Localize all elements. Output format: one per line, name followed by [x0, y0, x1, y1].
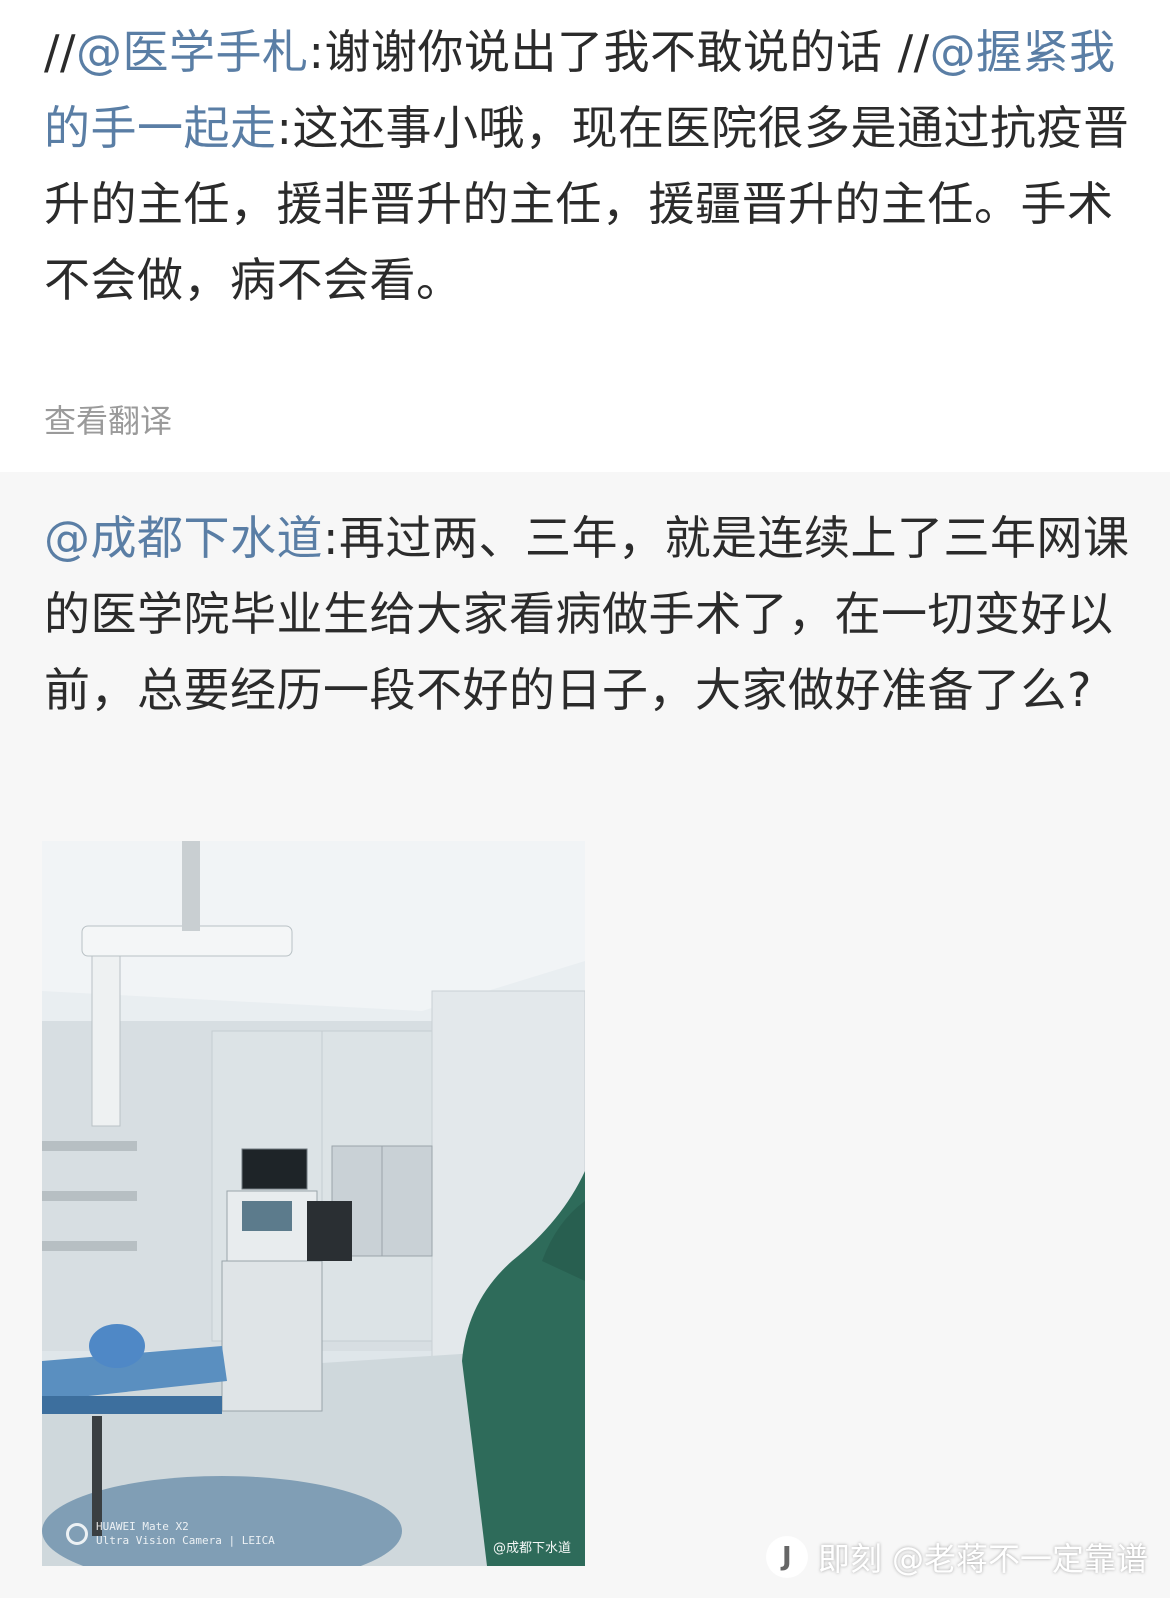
site-watermark: J 即刻 @老蒋不一定靠谱: [765, 1534, 1148, 1580]
operating-room-illustration: [42, 841, 585, 1566]
camera-model: HUAWEI Mate X2: [96, 1520, 189, 1533]
mention-link-user1[interactable]: @医学手札: [76, 25, 309, 79]
site-watermark-text: 即刻 @老蒋不一定靠谱: [817, 1540, 1148, 1578]
repost-text: //@医学手札:谢谢你说出了我不敢说的话 //@握紧我的手一起走:这还事小哦，现…: [44, 14, 1134, 318]
original-post-text: @成都下水道:再过两、三年，就是连续上了三年网课的医学院毕业生给大家看病做手术了…: [44, 500, 1134, 728]
repost-section: //@医学手札:谢谢你说出了我不敢说的话 //@握紧我的手一起走:这还事小哦，现…: [0, 0, 1170, 472]
camera-lens-icon: [66, 1523, 88, 1545]
original-post-card: @成都下水道:再过两、三年，就是连续上了三年网课的医学院毕业生给大家看病做手术了…: [0, 472, 1170, 1598]
photo-watermark: @成都下水道: [492, 1541, 571, 1556]
camera-lens-info: Ultra Vision Camera | LEICA: [96, 1534, 275, 1547]
mention-link-original-author[interactable]: @成都下水道: [44, 511, 323, 565]
camera-watermark: HUAWEI Mate X2 Ultra Vision Camera | LEI…: [66, 1520, 275, 1548]
translate-link[interactable]: 查看翻译: [44, 396, 172, 442]
repost-separator: //: [44, 25, 76, 79]
jike-logo-icon: J: [765, 1536, 808, 1578]
repost-separator: //: [882, 25, 930, 79]
post-photo-operating-room[interactable]: HUAWEI Mate X2 Ultra Vision Camera | LEI…: [42, 841, 585, 1566]
camera-info: HUAWEI Mate X2 Ultra Vision Camera | LEI…: [96, 1520, 275, 1548]
repost-comment-1: :谢谢你说出了我不敢说的话: [308, 25, 883, 79]
